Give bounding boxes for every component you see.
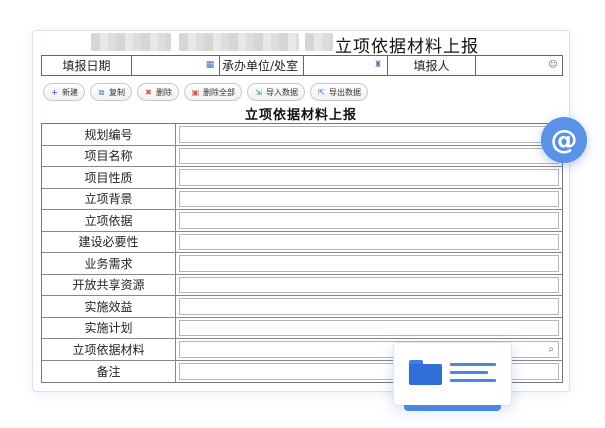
form-row: 实施效益 [42, 296, 562, 318]
form-row: 立项依据 [42, 210, 562, 232]
export-button[interactable]: ⇱ 导出数据 [310, 83, 368, 101]
dept-label: 承办单位/处室 [220, 56, 304, 75]
field-label: 实施计划 [42, 317, 176, 338]
field-label: 业务需求 [42, 253, 176, 274]
folder-icon [409, 360, 442, 385]
blurred-region [179, 33, 299, 51]
calendar-icon[interactable]: ▦ [205, 60, 215, 70]
form-row: 开放共享资源 [42, 274, 562, 296]
delete-button[interactable]: ✖ 删除 [137, 83, 179, 101]
field-label: 项目性质 [42, 167, 176, 188]
form-row: 立项背景 [42, 188, 562, 210]
plus-icon: + [51, 87, 58, 97]
fill-date-label: 填报日期 [42, 56, 132, 75]
page-title: 立项依据材料上报 [335, 37, 479, 57]
form-row: 业务需求 [42, 253, 562, 275]
field-label: 备注 [42, 360, 176, 382]
at-sign-icon: @ [541, 117, 587, 163]
delete-all-button[interactable]: ▣ 删除全部 [184, 83, 242, 101]
text-lines-icon [450, 363, 496, 387]
business-needs-input[interactable] [179, 255, 559, 272]
shared-resources-input[interactable] [179, 276, 559, 293]
copy-button[interactable]: ⧉ 复制 [90, 83, 132, 101]
implementation-plan-input[interactable] [179, 319, 559, 336]
field-label: 开放共享资源 [42, 274, 176, 295]
info-bar: 填报日期 ▦ 承办单位/处室 ♜ 填报人 ☺ [41, 55, 563, 76]
reporter-label: 填报人 [388, 56, 476, 75]
field-label: 建设必要性 [42, 231, 176, 252]
necessity-input[interactable] [179, 233, 559, 250]
toolbar: + 新建 ⧉ 复制 ✖ 删除 ▣ 删除全部 ⇲ 导入数据 ⇱ 导出数据 [43, 83, 368, 101]
field-label: 实施效益 [42, 296, 176, 317]
export-icon: ⇱ [318, 87, 325, 97]
reporter-field[interactable]: ☺ [476, 56, 562, 75]
form-title: 立项依据材料上报 [244, 108, 357, 123]
form-row: 项目名称 [42, 145, 562, 167]
document-card [393, 342, 512, 411]
project-nature-input[interactable] [179, 169, 559, 186]
blurred-region [305, 33, 333, 51]
form-row: 实施计划 [42, 317, 562, 339]
form-row: 项目性质 [42, 167, 562, 189]
benefits-input[interactable] [179, 298, 559, 315]
fill-date-field[interactable]: ▦ [132, 56, 220, 75]
user-picker-icon[interactable]: ☺ [548, 60, 558, 70]
field-label: 立项背景 [42, 188, 176, 209]
project-basis-input[interactable] [179, 212, 559, 229]
project-background-input[interactable] [179, 190, 559, 207]
trash-icon: ✖ [145, 87, 152, 97]
planning-number-input[interactable] [179, 126, 559, 143]
project-name-input[interactable] [179, 147, 559, 164]
field-label: 项目名称 [42, 145, 176, 166]
trash-all-icon: ▣ [191, 87, 200, 97]
import-icon: ⇲ [255, 87, 262, 97]
copy-icon: ⧉ [98, 87, 105, 97]
import-button[interactable]: ⇲ 导入数据 [247, 83, 305, 101]
field-label: 立项依据 [42, 210, 176, 231]
form-row: 规划编号 [42, 124, 562, 146]
field-label: 规划编号 [42, 124, 176, 145]
new-button[interactable]: + 新建 [43, 83, 85, 101]
field-label: 立项依据材料 [42, 339, 176, 360]
page-header: 立项依据材料上报 [33, 31, 569, 57]
org-picker-icon[interactable]: ♜ [373, 60, 383, 70]
form-row: 建设必要性 [42, 231, 562, 253]
report-form-window: 立项依据材料上报 填报日期 ▦ 承办单位/处室 ♜ 填报人 ☺ + 新建 ⧉ 复… [32, 30, 570, 392]
blurred-region [91, 33, 171, 51]
dept-field[interactable]: ♜ [304, 56, 388, 75]
paperclip-icon[interactable]: ⌕ [548, 344, 554, 355]
